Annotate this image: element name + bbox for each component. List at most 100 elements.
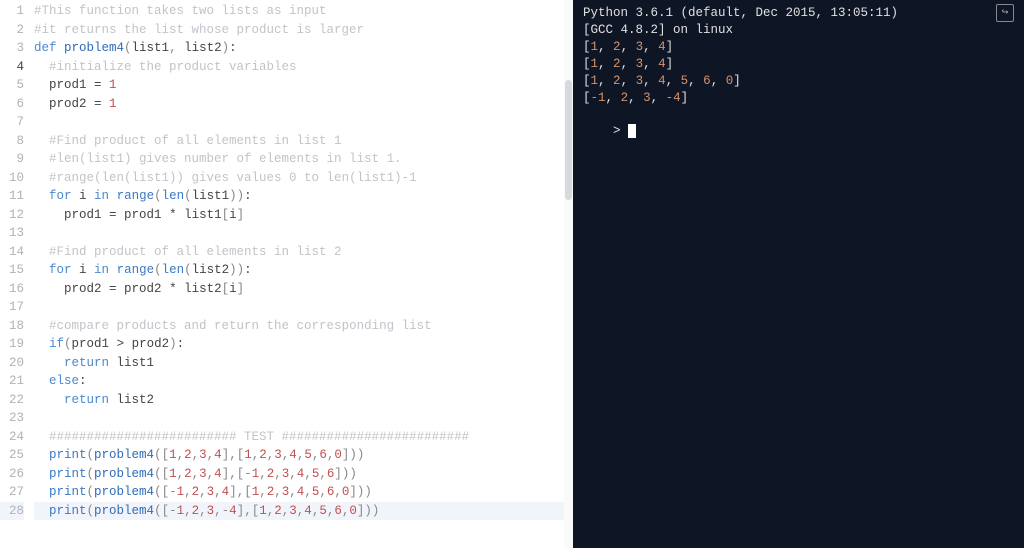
terminal-cursor: [628, 124, 636, 138]
token-num: 1: [177, 485, 185, 499]
token-num: 4: [289, 448, 297, 462]
code-area[interactable]: #This function takes two lists as input #…: [34, 0, 573, 520]
line-number: 1: [0, 2, 24, 21]
token-op: :: [244, 263, 252, 277]
token-num: 1: [177, 504, 185, 518]
token-pun: (: [87, 485, 95, 499]
token-comment: #compare products and return the corresp…: [49, 319, 432, 333]
line-number: 12: [0, 206, 24, 225]
scrollbar-thumb[interactable]: [565, 80, 572, 200]
line-number: 4: [0, 58, 24, 77]
token-comment: #Find product of all elements in list 2: [49, 245, 342, 259]
code-line[interactable]: #len(list1) gives number of elements in …: [34, 150, 573, 169]
token-pun: ]: [237, 282, 245, 296]
code-line[interactable]: print(problem4([1,2,3,4],[1,2,3,4,5,6,0]…: [34, 446, 573, 465]
token-pun: ([-: [154, 504, 177, 518]
code-line[interactable]: def problem4(list1, list2):: [34, 39, 573, 58]
popout-icon[interactable]: ↪: [996, 4, 1014, 22]
token-pun: ],[: [229, 485, 252, 499]
code-line[interactable]: prod1 = prod1 * list1[i]: [34, 206, 573, 225]
code-editor-pane[interactable]: 1234567891011121314151617181920212223242…: [0, 0, 573, 548]
code-line[interactable]: #Find product of all elements in list 2: [34, 243, 573, 262]
code-line[interactable]: print(problem4([-1,2,3,4],[1,2,3,4,5,6,0…: [34, 483, 573, 502]
token-pun: ,: [192, 467, 200, 481]
terminal-prompt-line[interactable]: >: [583, 106, 1014, 157]
code-line[interactable]: [34, 113, 573, 132]
token-comment: #This function takes two lists as input: [34, 4, 327, 18]
token-var: list1: [184, 208, 222, 222]
token-num: 2: [192, 504, 200, 518]
token-builtin: print: [49, 485, 87, 499]
token-op: *: [162, 282, 185, 296]
code-line[interactable]: return list2: [34, 391, 573, 410]
line-number: 14: [0, 243, 24, 262]
code-line[interactable]: [34, 298, 573, 317]
code-line[interactable]: #initialize the product variables: [34, 58, 573, 77]
line-number: 8: [0, 132, 24, 151]
token-pun: ,: [177, 467, 185, 481]
token-op: :: [229, 41, 237, 55]
code-line[interactable]: prod2 = 1: [34, 95, 573, 114]
token-num: 5: [304, 448, 312, 462]
token-fn: problem4: [94, 485, 154, 499]
code-line[interactable]: return list1: [34, 354, 573, 373]
terminal-header: Python 3.6.1 (default, Dec 2015, 13:05:1…: [583, 5, 898, 22]
code-line[interactable]: #it returns the list whose product is la…: [34, 21, 573, 40]
token-kw: in: [87, 263, 117, 277]
token-var: list1: [117, 356, 155, 370]
code-line[interactable]: if(prod1 > prod2):: [34, 335, 573, 354]
token-num: 2: [259, 448, 267, 462]
token-pun: [: [222, 208, 230, 222]
token-pun: ,: [259, 485, 267, 499]
token-pun: ])): [342, 448, 365, 462]
code-line[interactable]: prod2 = prod2 * list2[i]: [34, 280, 573, 299]
token-var: prod1: [124, 208, 162, 222]
token-pun: ,: [214, 485, 222, 499]
token-fn: problem4: [64, 41, 124, 55]
token-pun: ,: [289, 485, 297, 499]
line-number: 27: [0, 483, 24, 502]
token-var: i: [79, 263, 87, 277]
line-number: 24: [0, 428, 24, 447]
token-pun: ,: [319, 485, 327, 499]
token-var: prod1: [64, 208, 102, 222]
token-var: prod1: [72, 337, 110, 351]
token-var: i: [229, 282, 237, 296]
token-pun: (: [154, 189, 162, 203]
token-num: 0: [349, 504, 357, 518]
terminal-output: [1, 2, 3, 4][1, 2, 3, 4][1, 2, 3, 4, 5, …: [583, 39, 1014, 107]
code-line[interactable]: [34, 224, 573, 243]
token-num: 2: [184, 467, 192, 481]
code-line[interactable]: #range(len(list1)) gives values 0 to len…: [34, 169, 573, 188]
code-line[interactable]: #compare products and return the corresp…: [34, 317, 573, 336]
token-pun: (: [184, 263, 192, 277]
code-line[interactable]: for i in range(len(list2)):: [34, 261, 573, 280]
code-line[interactable]: print(problem4([1,2,3,4],[-1,2,3,4,5,6])…: [34, 465, 573, 484]
token-num: 6: [319, 448, 327, 462]
token-op: :: [79, 374, 87, 388]
token-pun: ,: [259, 467, 267, 481]
token-kw: return: [64, 356, 117, 370]
line-number: 17: [0, 298, 24, 317]
token-fn: problem4: [94, 448, 154, 462]
line-number: 18: [0, 317, 24, 336]
code-line[interactable]: #Find product of all elements in list 1: [34, 132, 573, 151]
code-line[interactable]: prod1 = 1: [34, 76, 573, 95]
token-pun: (: [87, 504, 95, 518]
token-pun: ): [229, 263, 237, 277]
code-line[interactable]: [34, 409, 573, 428]
code-line[interactable]: #This function takes two lists as input: [34, 2, 573, 21]
token-builtin: len: [162, 189, 185, 203]
token-pun: ,: [319, 467, 327, 481]
token-pun: ])): [349, 485, 372, 499]
code-line[interactable]: for i in range(len(list1)):: [34, 187, 573, 206]
code-line[interactable]: ######################### TEST #########…: [34, 428, 573, 447]
code-line[interactable]: else:: [34, 372, 573, 391]
token-var: i: [229, 208, 237, 222]
token-pun: ],[: [237, 504, 260, 518]
terminal-pane[interactable]: Python 3.6.1 (default, Dec 2015, 13:05:1…: [573, 0, 1024, 548]
editor-scrollbar[interactable]: [564, 0, 573, 548]
token-comment: #range(len(list1)) gives values 0 to len…: [49, 171, 417, 185]
code-line[interactable]: print(problem4([-1,2,3,-4],[1,2,3,4,5,6,…: [34, 502, 573, 521]
token-num: 1: [244, 448, 252, 462]
